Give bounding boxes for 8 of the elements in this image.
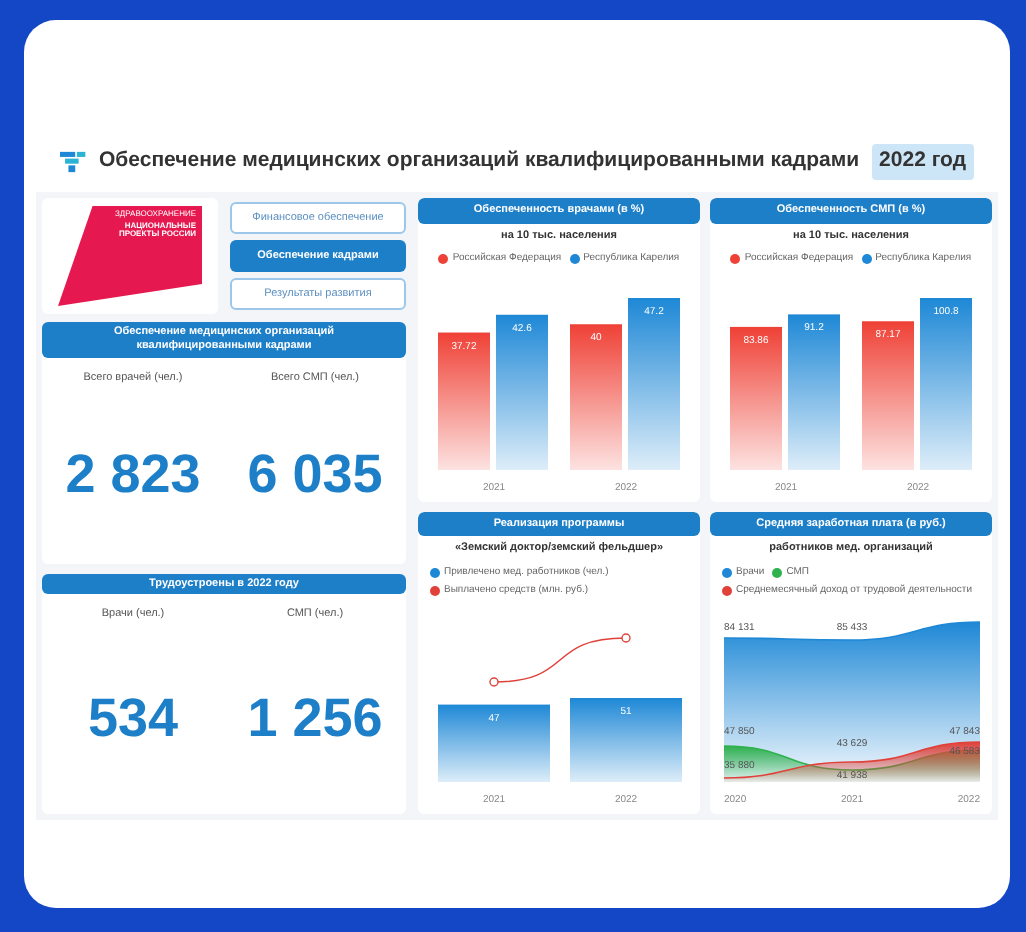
- dashboard-title: Обеспечение медицинских организаций квалифицированными кадрами: [99, 146, 860, 177]
- trend-line: [488, 633, 630, 687]
- kpi-value: 6 035: [247, 442, 383, 508]
- logo-icon: [60, 148, 88, 176]
- kpi-value: 2 823: [65, 442, 201, 508]
- year-badge: 2022 год: [871, 144, 974, 180]
- kpi-value: 1 256: [247, 686, 383, 753]
- kpi-value: 534: [87, 686, 179, 753]
